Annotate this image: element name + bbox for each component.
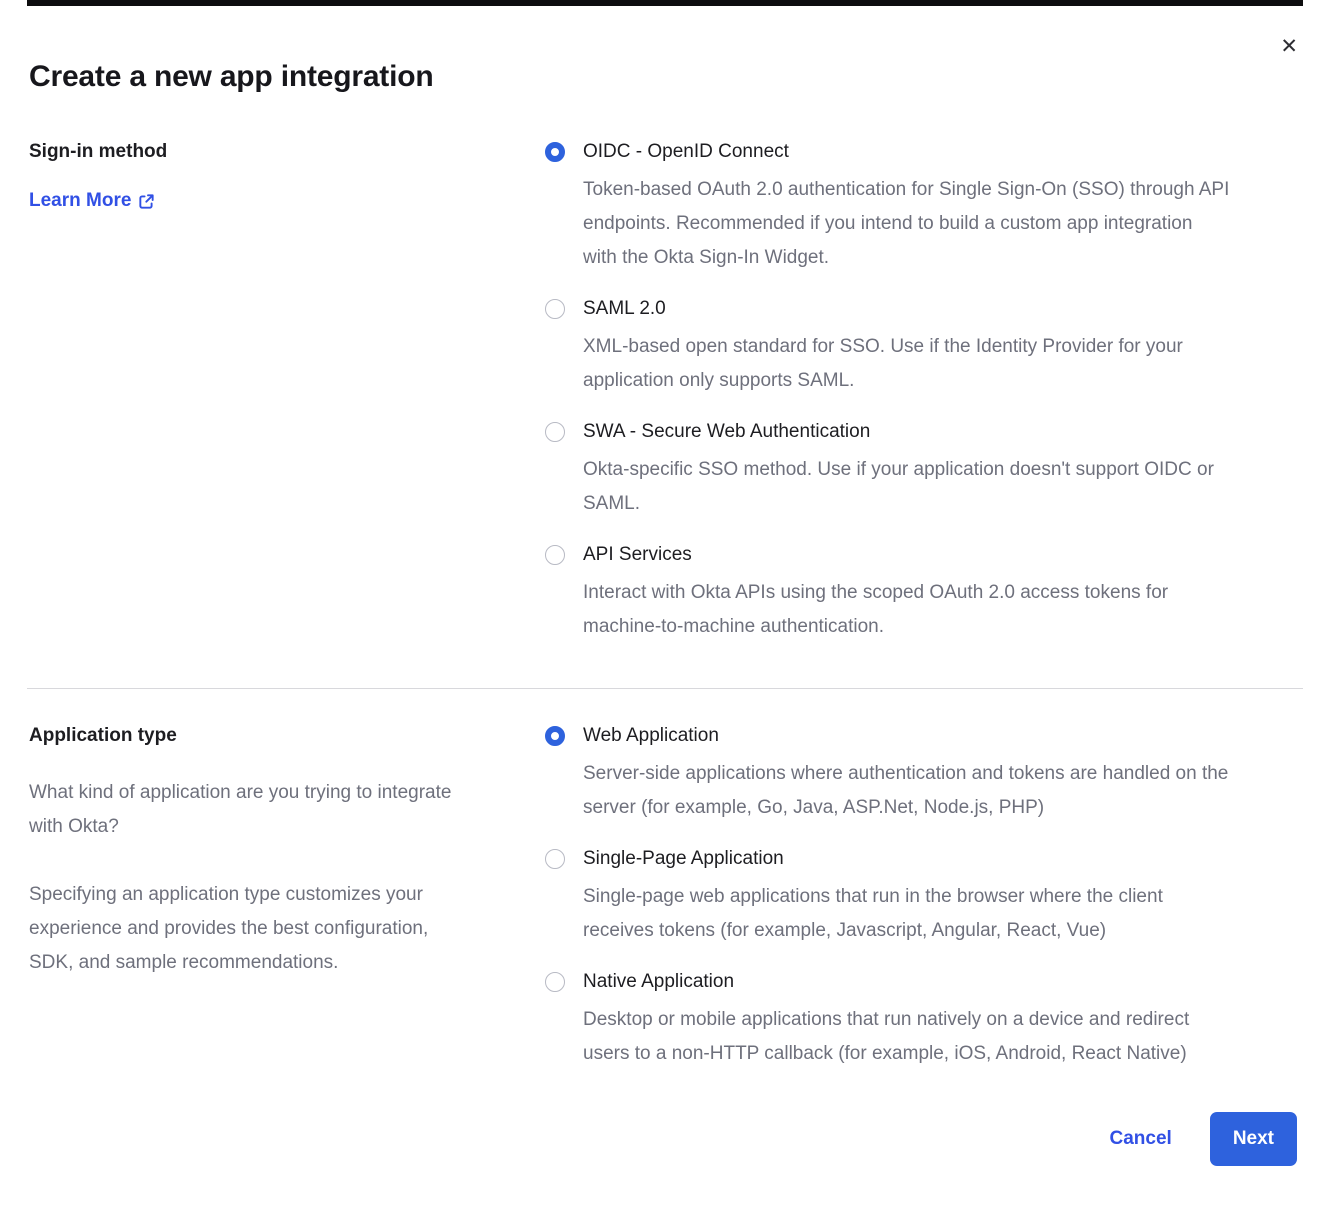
signin-method-section: Sign-in method Learn More OIDC - OpenID … [29, 140, 1302, 644]
option-description: Single-page web applications that run in… [583, 880, 1163, 948]
radio-icon[interactable] [545, 545, 565, 565]
option-label[interactable]: API Services [583, 543, 1168, 567]
radio-icon[interactable] [545, 142, 565, 162]
signin-method-label: Sign-in method [29, 140, 545, 164]
option-description: Token-based OAuth 2.0 authentication for… [583, 173, 1229, 275]
option-label[interactable]: Native Application [583, 970, 1189, 994]
top-edge-bar [27, 0, 1303, 6]
radio-icon[interactable] [545, 299, 565, 319]
radio-icon[interactable] [545, 422, 565, 442]
dialog-footer: Cancel Next [1110, 1112, 1298, 1166]
option-label[interactable]: Web Application [583, 724, 1228, 748]
application-type-label: Application type [29, 724, 545, 748]
application-type-section: Application type What kind of applicatio… [29, 724, 1302, 1071]
radio-option-single-page-application[interactable]: Single-Page Application Single-page web … [545, 847, 1302, 948]
option-label[interactable]: SWA - Secure Web Authentication [583, 420, 1214, 444]
radio-icon[interactable] [545, 849, 565, 869]
radio-option-native-application[interactable]: Native Application Desktop or mobile app… [545, 970, 1302, 1071]
radio-icon[interactable] [545, 726, 565, 746]
option-description: XML-based open standard for SSO. Use if … [583, 330, 1183, 398]
radio-option-api-services[interactable]: API Services Interact with Okta APIs usi… [545, 543, 1302, 644]
option-description: Server-side applications where authentic… [583, 757, 1228, 825]
cancel-button[interactable]: Cancel [1110, 1128, 1172, 1150]
application-type-question: What kind of application are you trying … [29, 776, 545, 844]
option-label[interactable]: SAML 2.0 [583, 297, 1183, 321]
dialog-title: Create a new app integration [29, 60, 433, 94]
close-icon[interactable]: ✕ [1280, 36, 1298, 57]
radio-icon[interactable] [545, 972, 565, 992]
learn-more-link[interactable]: Learn More [29, 190, 155, 212]
external-link-icon [138, 193, 155, 210]
radio-option-saml[interactable]: SAML 2.0 XML-based open standard for SSO… [545, 297, 1302, 398]
radio-option-swa[interactable]: SWA - Secure Web Authentication Okta-spe… [545, 420, 1302, 521]
radio-option-web-application[interactable]: Web Application Server-side applications… [545, 724, 1302, 825]
option-label[interactable]: OIDC - OpenID Connect [583, 140, 1229, 164]
radio-option-oidc[interactable]: OIDC - OpenID Connect Token-based OAuth … [545, 140, 1302, 275]
next-button[interactable]: Next [1210, 1112, 1297, 1166]
option-description: Interact with Okta APIs using the scoped… [583, 576, 1168, 644]
section-divider [27, 688, 1303, 689]
learn-more-label: Learn More [29, 190, 131, 212]
option-description: Desktop or mobile applications that run … [583, 1003, 1189, 1071]
option-label[interactable]: Single-Page Application [583, 847, 1163, 871]
application-type-help-text: Specifying an application type customize… [29, 878, 545, 980]
option-description: Okta-specific SSO method. Use if your ap… [583, 453, 1214, 521]
